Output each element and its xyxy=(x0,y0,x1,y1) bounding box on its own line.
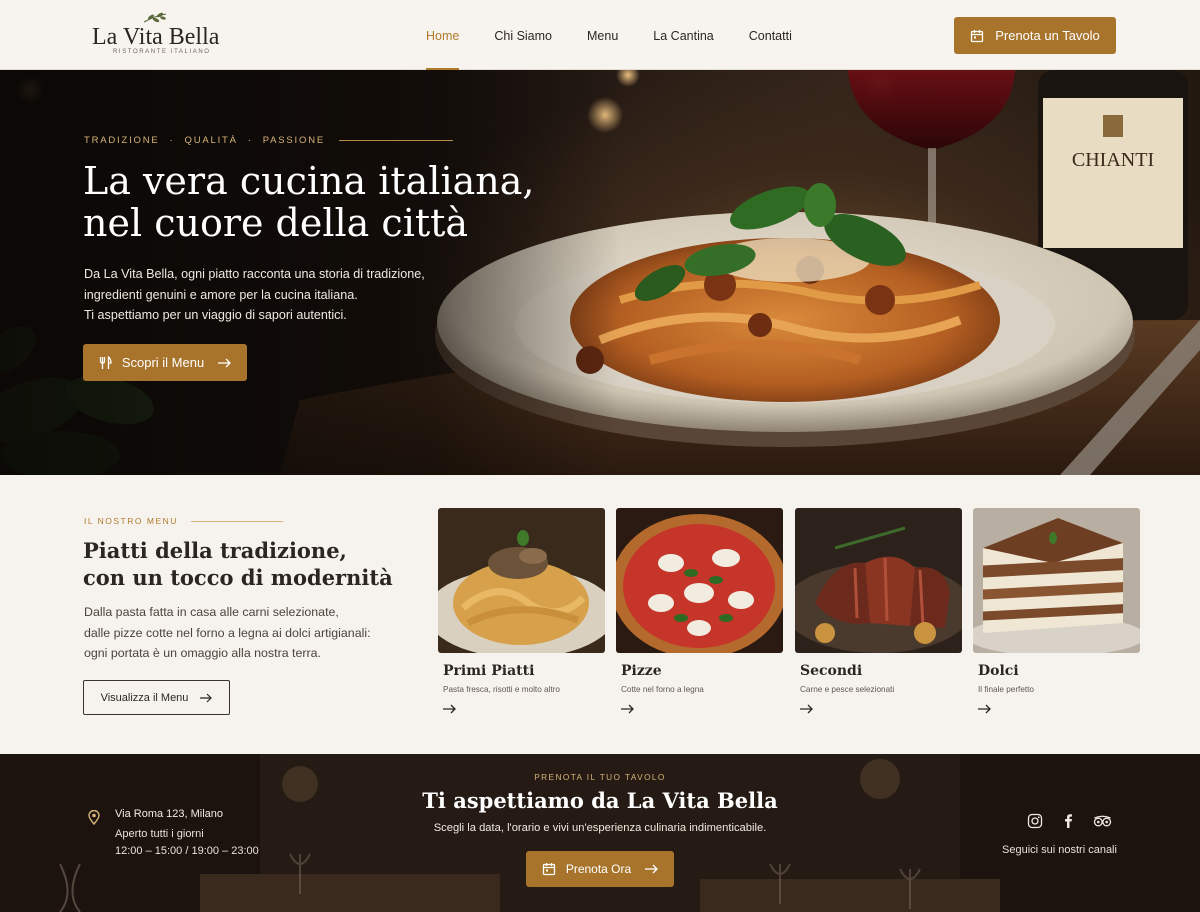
social-links xyxy=(1027,813,1112,829)
menu-description: Dalla pasta fatta in casa alle carni sel… xyxy=(84,602,371,664)
main-nav: Home Chi Siamo Menu La Cantina Contatti xyxy=(426,0,827,70)
card-title: Dolci xyxy=(978,663,1019,679)
arrow-right-icon[interactable] xyxy=(621,704,634,714)
cutlery-icon xyxy=(99,355,112,369)
reservation-title: Ti aspettiamo da La Vita Bella xyxy=(422,788,778,813)
eyebrow-separator: · xyxy=(247,135,253,146)
facebook-icon[interactable] xyxy=(1060,813,1076,829)
card-subtitle: Il finale perfetto xyxy=(978,685,1034,694)
eyebrow-separator: · xyxy=(169,135,175,146)
instagram-icon[interactable] xyxy=(1027,813,1043,829)
hero-text-line: ingredienti genuini e amore per la cucin… xyxy=(84,287,358,302)
card-subtitle: Cotte nel forno a legna xyxy=(621,685,704,694)
hero-description: Da La Vita Bella, ogni piatto racconta u… xyxy=(84,264,425,326)
nav-item-contatti[interactable]: Contatti xyxy=(749,0,792,70)
site-header: La Vita Bella RISTORANTE ITALIANO Home C… xyxy=(0,0,1200,70)
hero-section: CHIANTI TRADIZIONE · QUALITÀ · PASSIONE … xyxy=(0,70,1200,475)
menu-text-line: ogni portata è un omaggio alla nostra te… xyxy=(84,646,321,660)
menu-card-pizze[interactable]: Pizze Cotte nel forno a legna xyxy=(616,508,783,723)
reservation-section: Via Roma 123, Milano Aperto tutti i gior… xyxy=(0,754,1200,912)
hero-title-line: nel cuore della città xyxy=(83,201,469,245)
olive-sprig-icon xyxy=(143,12,167,23)
card-title: Pizze xyxy=(621,663,662,679)
nav-item-chi-siamo[interactable]: Chi Siamo xyxy=(494,0,552,70)
book-table-label: Prenota un Tavolo xyxy=(995,28,1100,43)
menu-card-dolci[interactable]: Dolci Il finale perfetto xyxy=(973,508,1140,723)
hero-eyebrow: TRADIZIONE · QUALITÀ · PASSIONE xyxy=(84,135,453,146)
arrow-right-icon xyxy=(200,693,213,702)
eyebrow-word: TRADIZIONE xyxy=(84,135,160,146)
arrow-right-icon[interactable] xyxy=(443,704,456,714)
menu-title: Piatti della tradizione, con un tocco di… xyxy=(83,537,393,591)
logo[interactable]: La Vita Bella RISTORANTE ITALIANO xyxy=(92,12,219,58)
eyebrow-word: QUALITÀ xyxy=(184,135,238,146)
svg-text:CHIANTI: CHIANTI xyxy=(1072,149,1154,171)
primi-piatti-image xyxy=(438,508,605,653)
menu-title-line: Piatti della tradizione, xyxy=(83,538,347,563)
nav-item-la-cantina[interactable]: La Cantina xyxy=(653,0,713,70)
eyebrow-word: PASSIONE xyxy=(262,135,325,146)
discover-menu-label: Scopri il Menu xyxy=(121,355,205,370)
calendar-icon xyxy=(542,863,555,876)
book-now-label: Prenota Ora xyxy=(565,862,632,876)
hero-text-line: Da La Vita Bella, ogni piatto racconta u… xyxy=(84,267,425,281)
arrow-right-icon[interactable] xyxy=(978,704,991,714)
menu-title-line: con un tocco di modernità xyxy=(83,565,393,590)
brand-name: La Vita Bella xyxy=(92,24,220,50)
tripadvisor-icon[interactable] xyxy=(1093,813,1112,829)
card-title: Secondi xyxy=(800,663,863,679)
brand-tagline: RISTORANTE ITALIANO xyxy=(113,49,211,55)
nav-item-menu[interactable]: Menu xyxy=(587,0,618,70)
opening-hours-text: 12:00 – 15:00 / 19:00 – 23:00 xyxy=(115,845,259,857)
secondi-image xyxy=(795,508,962,653)
menu-eyebrow-divider xyxy=(190,520,283,522)
card-subtitle: Pasta fresca, risotti e molto altro xyxy=(443,685,560,694)
dolci-image xyxy=(973,508,1140,653)
card-title: Primi Piatti xyxy=(443,663,535,679)
menu-eyebrow-label: IL NOSTRO MENU xyxy=(84,516,178,526)
book-now-button[interactable]: Prenota Ora xyxy=(526,851,674,887)
reservation-eyebrow: PRENOTA IL TUO TAVOLO xyxy=(534,772,666,782)
eyebrow-divider xyxy=(339,140,453,141)
calendar-icon xyxy=(971,29,984,42)
book-table-button[interactable]: Prenota un Tavolo xyxy=(954,17,1116,54)
menu-card-secondi[interactable]: Secondi Carne e pesce selezionati xyxy=(795,508,962,723)
arrow-right-icon xyxy=(645,864,659,874)
nav-item-home[interactable]: Home xyxy=(426,0,460,70)
menu-text-line: Dalla pasta fatta in casa alle carni sel… xyxy=(84,605,339,619)
view-menu-button[interactable]: Visualizza il Menu xyxy=(83,680,230,715)
menu-text-line: dalle pizze cotte nel forno a legna ai d… xyxy=(84,625,371,640)
discover-menu-button[interactable]: Scopri il Menu xyxy=(83,344,247,381)
follow-us-text: Seguici sui nostri canali xyxy=(1002,844,1117,856)
menu-eyebrow: IL NOSTRO MENU xyxy=(84,516,283,526)
menu-card-primi[interactable]: Primi Piatti Pasta fresca, risotti e mol… xyxy=(438,508,605,723)
view-menu-label: Visualizza il Menu xyxy=(100,691,189,704)
hero-text-line: Ti aspettiamo per un viaggio di sapori a… xyxy=(84,308,347,322)
arrow-right-icon xyxy=(218,358,232,367)
reservation-text: Scegli la data, l'orario e vivi un'esper… xyxy=(433,822,767,834)
card-subtitle: Carne e pesce selezionati xyxy=(800,685,895,694)
pizze-image xyxy=(616,508,783,653)
hero-title-line: La vera cucina italiana, xyxy=(83,159,535,203)
hero-title: La vera cucina italiana, nel cuore della… xyxy=(83,160,534,244)
arrow-right-icon[interactable] xyxy=(800,704,813,714)
